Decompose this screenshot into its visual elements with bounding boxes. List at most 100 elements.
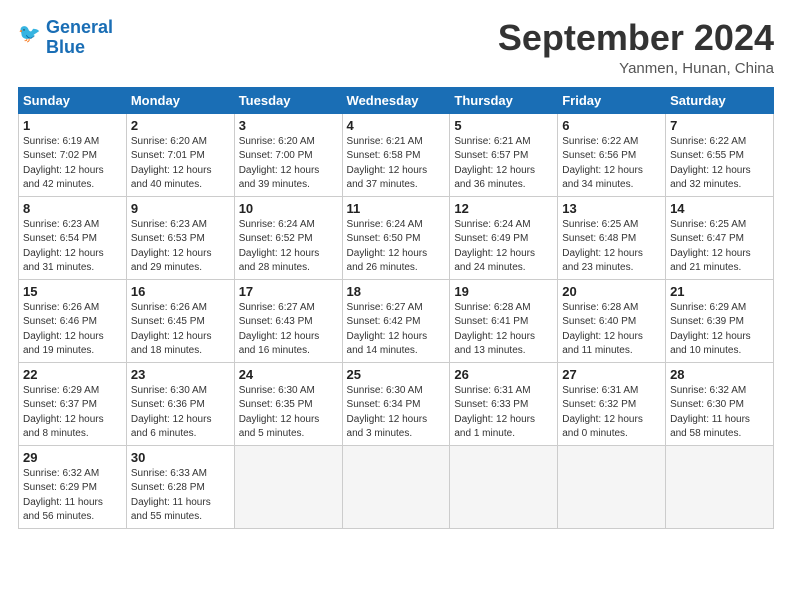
table-row: 6 Sunrise: 6:22 AM Sunset: 6:56 PM Daylig…: [558, 113, 666, 196]
table-row: 12 Sunrise: 6:24 AM Sunset: 6:49 PM Dayli…: [450, 196, 558, 279]
table-row: 30Sunrise: 6:33 AM Sunset: 6:28 PM Dayli…: [126, 445, 234, 528]
svg-text:🐦: 🐦: [18, 24, 41, 44]
day-info: Sunrise: 6:31 AM Sunset: 6:33 PM Dayligh…: [454, 384, 553, 442]
logo-icon: 🐦: [18, 20, 46, 48]
day-info: Sunrise: 6:29 AM Sunset: 6:39 PM Dayligh…: [670, 301, 769, 359]
day-info: Sunrise: 6:20 AM Sunset: 7:00 PM Dayligh…: [239, 135, 338, 193]
table-row: 19 Sunrise: 6:28 AM Sunset: 6:41 PM Dayli…: [450, 279, 558, 362]
day-info: Sunrise: 6:30 AM Sunset: 6:34 PM Dayligh…: [347, 384, 446, 442]
day-number: 10: [239, 201, 338, 216]
calendar-header-row: Sunday Monday Tuesday Wednesday Thursday…: [19, 87, 774, 113]
day-info: Sunrise: 6:20 AM Sunset: 7:01 PM Dayligh…: [131, 135, 230, 193]
table-row: 14Sunrise: 6:25 AM Sunset: 6:47 PM Dayli…: [666, 196, 774, 279]
table-row: 11 Sunrise: 6:24 AM Sunset: 6:50 PM Dayli…: [342, 196, 450, 279]
col-wednesday: Wednesday: [342, 87, 450, 113]
table-row: 1 Sunrise: 6:19 AM Sunset: 7:02 PM Daylig…: [19, 113, 127, 196]
day-number: 27: [562, 367, 661, 382]
table-row: 24 Sunrise: 6:30 AM Sunset: 6:35 PM Dayli…: [234, 362, 342, 445]
day-info: Sunrise: 6:23 AM Sunset: 6:53 PM Dayligh…: [131, 218, 230, 276]
col-thursday: Thursday: [450, 87, 558, 113]
day-info: Sunrise: 6:24 AM Sunset: 6:50 PM Dayligh…: [347, 218, 446, 276]
day-number: 12: [454, 201, 553, 216]
col-saturday: Saturday: [666, 87, 774, 113]
table-row: 20 Sunrise: 6:28 AM Sunset: 6:40 PM Dayli…: [558, 279, 666, 362]
day-number: 18: [347, 284, 446, 299]
table-row: 25 Sunrise: 6:30 AM Sunset: 6:34 PM Dayli…: [342, 362, 450, 445]
table-row: 13 Sunrise: 6:25 AM Sunset: 6:48 PM Dayli…: [558, 196, 666, 279]
day-number: 7: [670, 118, 769, 133]
table-row: 21 Sunrise: 6:29 AM Sunset: 6:39 PM Dayli…: [666, 279, 774, 362]
day-number: 13: [562, 201, 661, 216]
day-number: 15: [23, 284, 122, 299]
logo: 🐦 GeneralBlue: [18, 18, 113, 58]
table-row: 26 Sunrise: 6:31 AM Sunset: 6:33 PM Dayli…: [450, 362, 558, 445]
day-info: Sunrise: 6:26 AM Sunset: 6:46 PM Dayligh…: [23, 301, 122, 359]
table-row: [342, 445, 450, 528]
day-info: Sunrise: 6:26 AM Sunset: 6:45 PM Dayligh…: [131, 301, 230, 359]
day-number: 23: [131, 367, 230, 382]
day-number: 14: [670, 201, 769, 216]
day-number: 4: [347, 118, 446, 133]
day-number: 6: [562, 118, 661, 133]
col-monday: Monday: [126, 87, 234, 113]
day-number: 1: [23, 118, 122, 133]
day-info: Sunrise: 6:28 AM Sunset: 6:40 PM Dayligh…: [562, 301, 661, 359]
day-info: Sunrise: 6:21 AM Sunset: 6:58 PM Dayligh…: [347, 135, 446, 193]
day-number: 24: [239, 367, 338, 382]
table-row: 28 Sunrise: 6:32 AM Sunset: 6:30 PM Dayli…: [666, 362, 774, 445]
table-row: 9 Sunrise: 6:23 AM Sunset: 6:53 PM Daylig…: [126, 196, 234, 279]
day-number: 25: [347, 367, 446, 382]
day-number: 2: [131, 118, 230, 133]
table-row: 4 Sunrise: 6:21 AM Sunset: 6:58 PM Daylig…: [342, 113, 450, 196]
table-row: 16 Sunrise: 6:26 AM Sunset: 6:45 PM Dayli…: [126, 279, 234, 362]
day-number: 11: [347, 201, 446, 216]
day-info: Sunrise: 6:31 AM Sunset: 6:32 PM Dayligh…: [562, 384, 661, 442]
day-info: Sunrise: 6:28 AM Sunset: 6:41 PM Dayligh…: [454, 301, 553, 359]
day-number: 9: [131, 201, 230, 216]
table-row: [450, 445, 558, 528]
calendar-table: Sunday Monday Tuesday Wednesday Thursday…: [18, 87, 774, 529]
day-number: 28: [670, 367, 769, 382]
day-number: 20: [562, 284, 661, 299]
table-row: 3 Sunrise: 6:20 AM Sunset: 7:00 PM Daylig…: [234, 113, 342, 196]
day-info: Sunrise: 6:21 AM Sunset: 6:57 PM Dayligh…: [454, 135, 553, 193]
day-number: 29: [23, 450, 122, 465]
day-info: Sunrise: 6:24 AM Sunset: 6:49 PM Dayligh…: [454, 218, 553, 276]
day-info: Sunrise: 6:22 AM Sunset: 6:56 PM Dayligh…: [562, 135, 661, 193]
table-row: 27 Sunrise: 6:31 AM Sunset: 6:32 PM Dayli…: [558, 362, 666, 445]
day-number: 26: [454, 367, 553, 382]
table-row: 29Sunrise: 6:32 AM Sunset: 6:29 PM Dayli…: [19, 445, 127, 528]
day-number: 5: [454, 118, 553, 133]
day-info: Sunrise: 6:32 AM Sunset: 6:30 PM Dayligh…: [670, 384, 769, 442]
table-row: 23Sunrise: 6:30 AM Sunset: 6:36 PM Dayli…: [126, 362, 234, 445]
table-row: [666, 445, 774, 528]
day-number: 3: [239, 118, 338, 133]
day-info: Sunrise: 6:19 AM Sunset: 7:02 PM Dayligh…: [23, 135, 122, 193]
location: Yanmen, Hunan, China: [498, 60, 774, 77]
day-number: 22: [23, 367, 122, 382]
day-info: Sunrise: 6:25 AM Sunset: 6:48 PM Dayligh…: [562, 218, 661, 276]
day-info: Sunrise: 6:30 AM Sunset: 6:35 PM Dayligh…: [239, 384, 338, 442]
table-row: 17Sunrise: 6:27 AM Sunset: 6:43 PM Dayli…: [234, 279, 342, 362]
day-number: 19: [454, 284, 553, 299]
day-info: Sunrise: 6:27 AM Sunset: 6:42 PM Dayligh…: [347, 301, 446, 359]
day-info: Sunrise: 6:29 AM Sunset: 6:37 PM Dayligh…: [23, 384, 122, 442]
table-row: [234, 445, 342, 528]
table-row: 2 Sunrise: 6:20 AM Sunset: 7:01 PM Daylig…: [126, 113, 234, 196]
col-sunday: Sunday: [19, 87, 127, 113]
day-number: 16: [131, 284, 230, 299]
table-row: 8Sunrise: 6:23 AM Sunset: 6:54 PM Daylig…: [19, 196, 127, 279]
table-row: 18 Sunrise: 6:27 AM Sunset: 6:42 PM Dayli…: [342, 279, 450, 362]
day-info: Sunrise: 6:24 AM Sunset: 6:52 PM Dayligh…: [239, 218, 338, 276]
table-row: 15 Sunrise: 6:26 AM Sunset: 6:46 PM Dayli…: [19, 279, 127, 362]
col-tuesday: Tuesday: [234, 87, 342, 113]
table-row: 7Sunrise: 6:22 AM Sunset: 6:55 PM Daylig…: [666, 113, 774, 196]
logo-text: GeneralBlue: [46, 18, 113, 58]
title-block: September 2024 Yanmen, Hunan, China: [498, 18, 774, 77]
day-number: 17: [239, 284, 338, 299]
page-header: 🐦 GeneralBlue September 2024 Yanmen, Hun…: [18, 18, 774, 77]
day-info: Sunrise: 6:33 AM Sunset: 6:28 PM Dayligh…: [131, 467, 230, 525]
table-row: 22 Sunrise: 6:29 AM Sunset: 6:37 PM Dayli…: [19, 362, 127, 445]
table-row: 5 Sunrise: 6:21 AM Sunset: 6:57 PM Daylig…: [450, 113, 558, 196]
day-number: 21: [670, 284, 769, 299]
